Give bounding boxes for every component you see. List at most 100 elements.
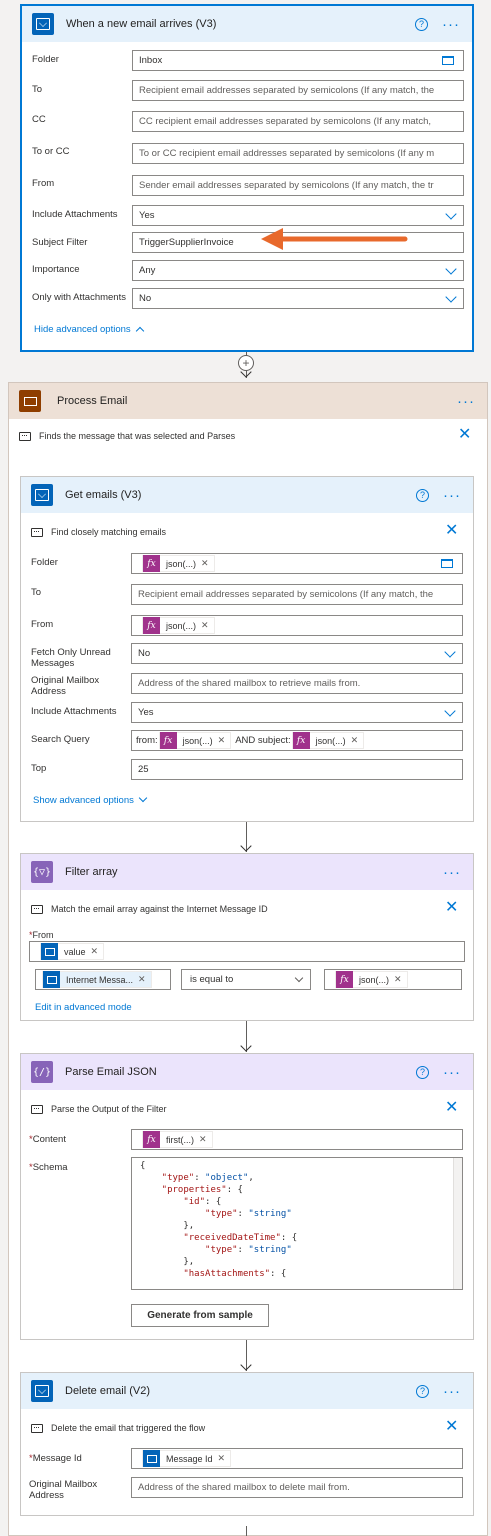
show-advanced-options-link[interactable]: Show advanced options xyxy=(33,793,148,806)
delete-email-card: Delete email (V2) ? ··· Delete the email… xyxy=(20,1372,474,1516)
expression-token[interactable]: fx json(...) ✕ xyxy=(142,617,215,634)
schema-editor[interactable]: { "type": "object", "properties": { "id"… xyxy=(131,1157,463,1290)
search-query-input[interactable]: from: fx json(...) ✕ AND subject: fx json(.… xyxy=(131,730,463,751)
scope-title: Process Email xyxy=(57,395,128,407)
remove-token-icon[interactable]: ✕ xyxy=(394,974,402,985)
to-or-cc-input[interactable]: To or CC recipient email addresses separ… xyxy=(132,143,464,164)
filter-icon: {▽} xyxy=(31,861,53,883)
field-label-include-attachments: Include Attachments xyxy=(31,706,117,717)
folder-input[interactable]: fx json(...) ✕ xyxy=(131,553,463,574)
close-comment-icon[interactable]: ✕ xyxy=(445,1419,458,1435)
more-options-icon[interactable]: ··· xyxy=(443,1384,461,1399)
importance-dropdown[interactable]: Any xyxy=(132,260,464,281)
from-input[interactable]: Sender email addresses separated by semi… xyxy=(132,175,464,196)
field-label-to: To xyxy=(31,587,42,598)
more-options-icon[interactable]: ··· xyxy=(457,394,475,409)
more-options-icon[interactable]: ··· xyxy=(443,488,461,503)
right-token-text: json(...) xyxy=(359,974,390,985)
close-comment-icon[interactable]: ✕ xyxy=(445,523,458,539)
original-mailbox-input[interactable]: Address of the shared mailbox to retriev… xyxy=(131,673,463,694)
comment-icon xyxy=(31,1104,43,1114)
cc-input[interactable]: CC recipient email addresses separated b… xyxy=(132,111,464,132)
remove-token-icon[interactable]: ✕ xyxy=(351,735,359,746)
to-input[interactable]: Recipient email addresses separated by s… xyxy=(131,584,463,605)
only-with-attachments-dropdown[interactable]: No xyxy=(132,288,464,309)
scope-header[interactable]: Process Email ··· xyxy=(9,383,487,419)
help-icon[interactable]: ? xyxy=(416,1065,429,1079)
include-attachments-dropdown[interactable]: Yes xyxy=(132,205,464,226)
schema-scrollbar[interactable] xyxy=(453,1158,462,1289)
to-input[interactable]: Recipient email addresses separated by s… xyxy=(132,80,464,101)
schema-label-text: Schema xyxy=(32,1162,68,1173)
get-emails-comment-text: Find closely matching emails xyxy=(51,527,167,537)
expression-token[interactable]: fx first(...) ✕ xyxy=(142,1131,213,1148)
generate-from-sample-button[interactable]: Generate from sample xyxy=(131,1304,269,1327)
remove-token-icon[interactable]: ✕ xyxy=(218,735,226,746)
close-comment-icon[interactable]: ✕ xyxy=(458,427,471,443)
help-icon[interactable]: ? xyxy=(416,488,429,502)
chevron-down-icon xyxy=(445,208,457,220)
remove-token-icon[interactable]: ✕ xyxy=(218,1453,226,1464)
content-input[interactable]: fx first(...) ✕ xyxy=(131,1129,463,1150)
fetch-unread-dropdown[interactable]: No xyxy=(131,643,463,664)
remove-token-icon[interactable]: ✕ xyxy=(201,620,209,631)
dynamic-content-token[interactable]: value ✕ xyxy=(40,943,105,960)
fx-icon: fx xyxy=(143,1131,160,1148)
edit-advanced-mode-link[interactable]: Edit in advanced mode xyxy=(35,1002,132,1013)
get-emails-header[interactable]: Get emails (V3) ? ··· xyxy=(21,477,473,513)
expression-token[interactable]: fx json(...) ✕ xyxy=(291,732,365,749)
trigger-header[interactable]: When a new email arrives (V3) ? ··· xyxy=(22,6,472,42)
dynamic-content-token[interactable]: Internet Messa... ✕ xyxy=(42,971,152,988)
chevron-down-icon xyxy=(444,646,456,658)
fx-icon: fx xyxy=(143,555,160,572)
remove-token-icon[interactable]: ✕ xyxy=(138,974,146,985)
from-input[interactable]: fx json(...) ✕ xyxy=(131,615,463,636)
parse-json-header[interactable]: {/} Parse Email JSON ? ··· xyxy=(21,1054,473,1090)
original-mailbox-input[interactable]: Address of the shared mailbox to delete … xyxy=(131,1477,463,1498)
top-input[interactable]: 25 xyxy=(131,759,463,780)
expression-token[interactable]: fx json(...) ✕ xyxy=(142,555,215,572)
expression-token[interactable]: fx json(...) ✕ xyxy=(335,971,408,988)
include-attachments-value: Yes xyxy=(139,210,155,221)
filter-array-header[interactable]: {▽} Filter array ··· xyxy=(21,854,473,890)
from-input[interactable]: value ✕ xyxy=(29,941,465,962)
chevron-down-icon xyxy=(444,705,456,717)
close-comment-icon[interactable]: ✕ xyxy=(445,1100,458,1116)
field-label-schema: *Schema xyxy=(29,1162,68,1173)
json-icon: {/} xyxy=(31,1061,53,1083)
annotation-arrow xyxy=(261,228,408,250)
more-options-icon[interactable]: ··· xyxy=(442,17,460,32)
remove-token-icon[interactable]: ✕ xyxy=(201,558,209,569)
trigger-title: When a new email arrives (V3) xyxy=(66,18,217,30)
dynamic-content-token[interactable]: Message Id ✕ xyxy=(142,1450,232,1467)
include-attachments-dropdown[interactable]: Yes xyxy=(131,702,463,723)
more-options-icon[interactable]: ··· xyxy=(443,865,461,880)
field-label-folder: Folder xyxy=(31,557,58,568)
folder-picker-icon[interactable] xyxy=(442,56,454,65)
message-id-input[interactable]: Message Id ✕ xyxy=(131,1448,463,1469)
field-label-from: *From xyxy=(29,930,54,940)
help-icon[interactable]: ? xyxy=(416,1384,429,1398)
folder-picker-icon[interactable] xyxy=(441,559,453,568)
delete-email-title: Delete email (V2) xyxy=(65,1385,150,1397)
remove-token-icon[interactable]: ✕ xyxy=(91,946,99,957)
delete-email-header[interactable]: Delete email (V2) ? ··· xyxy=(21,1373,473,1409)
field-label-top: Top xyxy=(31,763,47,774)
field-label-content: *Content xyxy=(29,1134,66,1145)
condition-right-input[interactable]: fx json(...) ✕ xyxy=(324,969,462,990)
field-label-original-mailbox: Original Mailbox Address xyxy=(29,1479,98,1501)
outlook-icon xyxy=(31,1380,53,1402)
close-comment-icon[interactable]: ✕ xyxy=(445,900,458,916)
help-icon[interactable]: ? xyxy=(415,17,428,31)
from-token-text: value xyxy=(64,946,86,957)
field-label-to-or-cc: To or CC xyxy=(32,146,70,157)
expression-token[interactable]: fx json(...) ✕ xyxy=(158,732,232,749)
condition-left-input[interactable]: Internet Messa... ✕ xyxy=(35,969,171,990)
operator-dropdown[interactable]: is equal to xyxy=(181,969,311,990)
remove-token-icon[interactable]: ✕ xyxy=(199,1134,207,1145)
folder-input[interactable]: Inbox xyxy=(132,50,464,71)
scope-comment-text: Finds the message that was selected and … xyxy=(39,431,236,441)
hide-advanced-options-link[interactable]: Hide advanced options xyxy=(34,324,144,336)
comment-icon xyxy=(19,431,31,441)
more-options-icon[interactable]: ··· xyxy=(443,1065,461,1080)
